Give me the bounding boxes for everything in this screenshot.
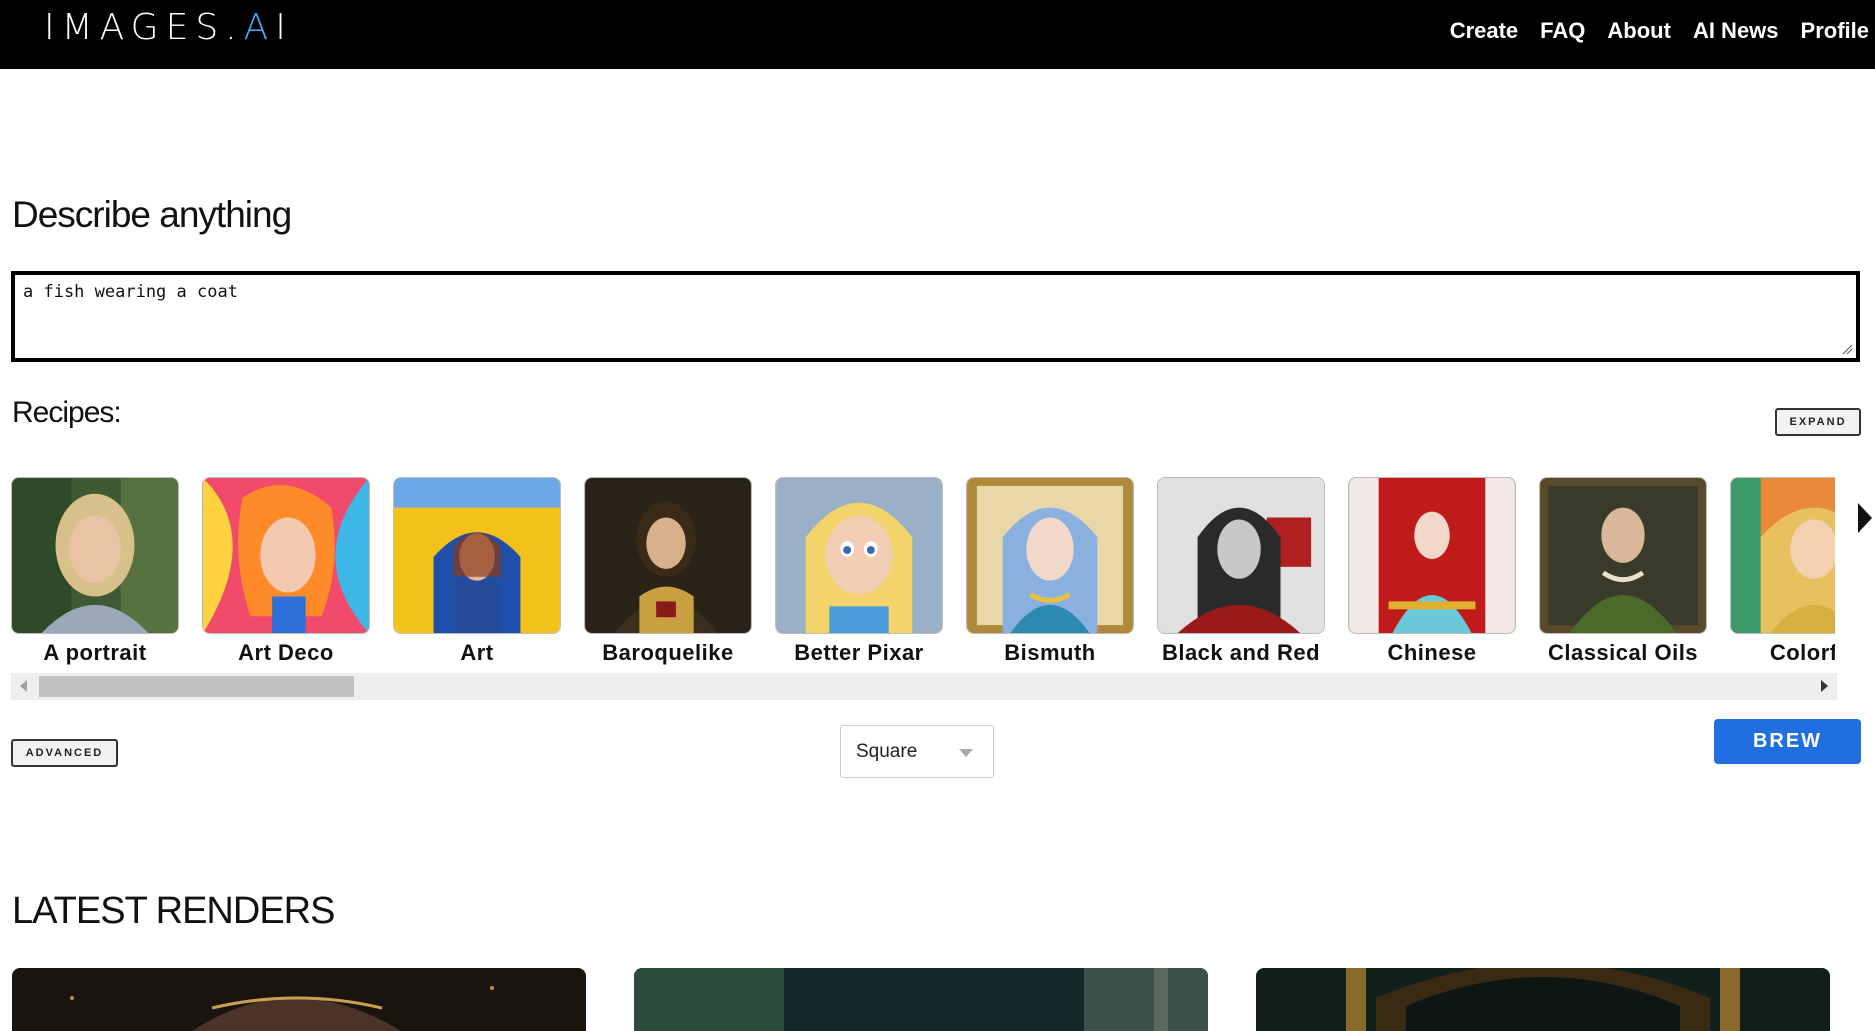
recipes-carousel: A portrait Art Deco Art Baroquelike Bett…	[11, 477, 1835, 667]
scroll-left-icon[interactable]	[20, 680, 27, 692]
recipe-label: Better Pixar	[794, 640, 924, 665]
top-nav: IMAGES.AI Create FAQ About AI News Profi…	[0, 0, 1875, 69]
recipe-label: Bismuth	[1004, 640, 1096, 665]
recipe-label: A portrait	[43, 640, 147, 665]
nav-ai-news[interactable]: AI News	[1693, 17, 1779, 45]
scroll-right-icon[interactable]	[1821, 680, 1828, 692]
nav-about[interactable]: About	[1607, 17, 1671, 45]
carousel-scrollbar[interactable]	[11, 673, 1837, 700]
aspect-ratio-value: Square	[856, 741, 918, 762]
nav-profile[interactable]: Profile	[1801, 17, 1869, 45]
recipe-thumbnail	[584, 477, 752, 634]
resize-grip-icon[interactable]	[1841, 343, 1853, 355]
recipe-thumbnail	[1348, 477, 1516, 634]
aspect-ratio-select[interactable]: Square	[840, 725, 994, 778]
nav-create[interactable]: Create	[1450, 17, 1518, 45]
recipe-black-and-red[interactable]: Black and Red	[1157, 477, 1325, 666]
latest-render-card[interactable]	[1256, 968, 1830, 1031]
recipe-classical-oils[interactable]: Classical Oils	[1539, 477, 1707, 666]
latest-render-card[interactable]	[634, 968, 1208, 1031]
recipe-label: Colorful	[1769, 640, 1835, 665]
recipe-thumbnail	[1730, 477, 1835, 634]
nav-faq[interactable]: FAQ	[1540, 17, 1585, 45]
prompt-box	[11, 271, 1860, 362]
carousel-next-icon[interactable]	[1858, 503, 1872, 533]
recipe-label: Classical Oils	[1547, 640, 1699, 665]
recipe-art-deco[interactable]: Art Deco	[202, 477, 370, 666]
recipe-thumbnail	[202, 477, 370, 634]
recipe-thumbnail	[1539, 477, 1707, 634]
describe-heading: Describe anything	[12, 194, 292, 235]
recipe-colorful[interactable]: Colorful	[1730, 477, 1835, 666]
recipe-thumbnail	[966, 477, 1134, 634]
recipe-label: Art Deco	[238, 640, 334, 665]
recipes-heading: Recipes:	[12, 396, 122, 429]
recipe-label: Chinese	[1387, 640, 1477, 665]
recipe-bismuth[interactable]: Bismuth	[966, 477, 1134, 666]
scrollbar-thumb[interactable]	[39, 676, 354, 697]
expand-button[interactable]: EXPAND	[1775, 408, 1861, 436]
recipe-art[interactable]: Art	[393, 477, 561, 666]
latest-render-card[interactable]	[12, 968, 586, 1031]
recipe-label: Baroquelike	[602, 640, 734, 665]
chevron-down-icon	[959, 749, 973, 757]
latest-renders-heading: LATEST RENDERS	[12, 890, 335, 932]
recipe-thumbnail	[775, 477, 943, 634]
recipe-baroquelike[interactable]: Baroquelike	[584, 477, 752, 666]
recipe-better-pixar[interactable]: Better Pixar	[775, 477, 943, 666]
recipe-a-portrait[interactable]: A portrait	[11, 477, 179, 666]
recipe-thumbnail	[11, 477, 179, 634]
recipe-label: Art	[460, 640, 494, 665]
brew-button[interactable]: BREW	[1714, 719, 1861, 764]
recipe-chinese[interactable]: Chinese	[1348, 477, 1516, 666]
prompt-input[interactable]	[15, 275, 1856, 358]
recipe-thumbnail	[393, 477, 561, 634]
advanced-button[interactable]: ADVANCED	[11, 739, 118, 767]
site-logo[interactable]: IMAGES.AI	[44, 10, 293, 46]
recipe-thumbnail	[1157, 477, 1325, 634]
nav-links: Create FAQ About AI News Profile	[1428, 17, 1869, 45]
recipe-label: Black and Red	[1161, 640, 1321, 665]
